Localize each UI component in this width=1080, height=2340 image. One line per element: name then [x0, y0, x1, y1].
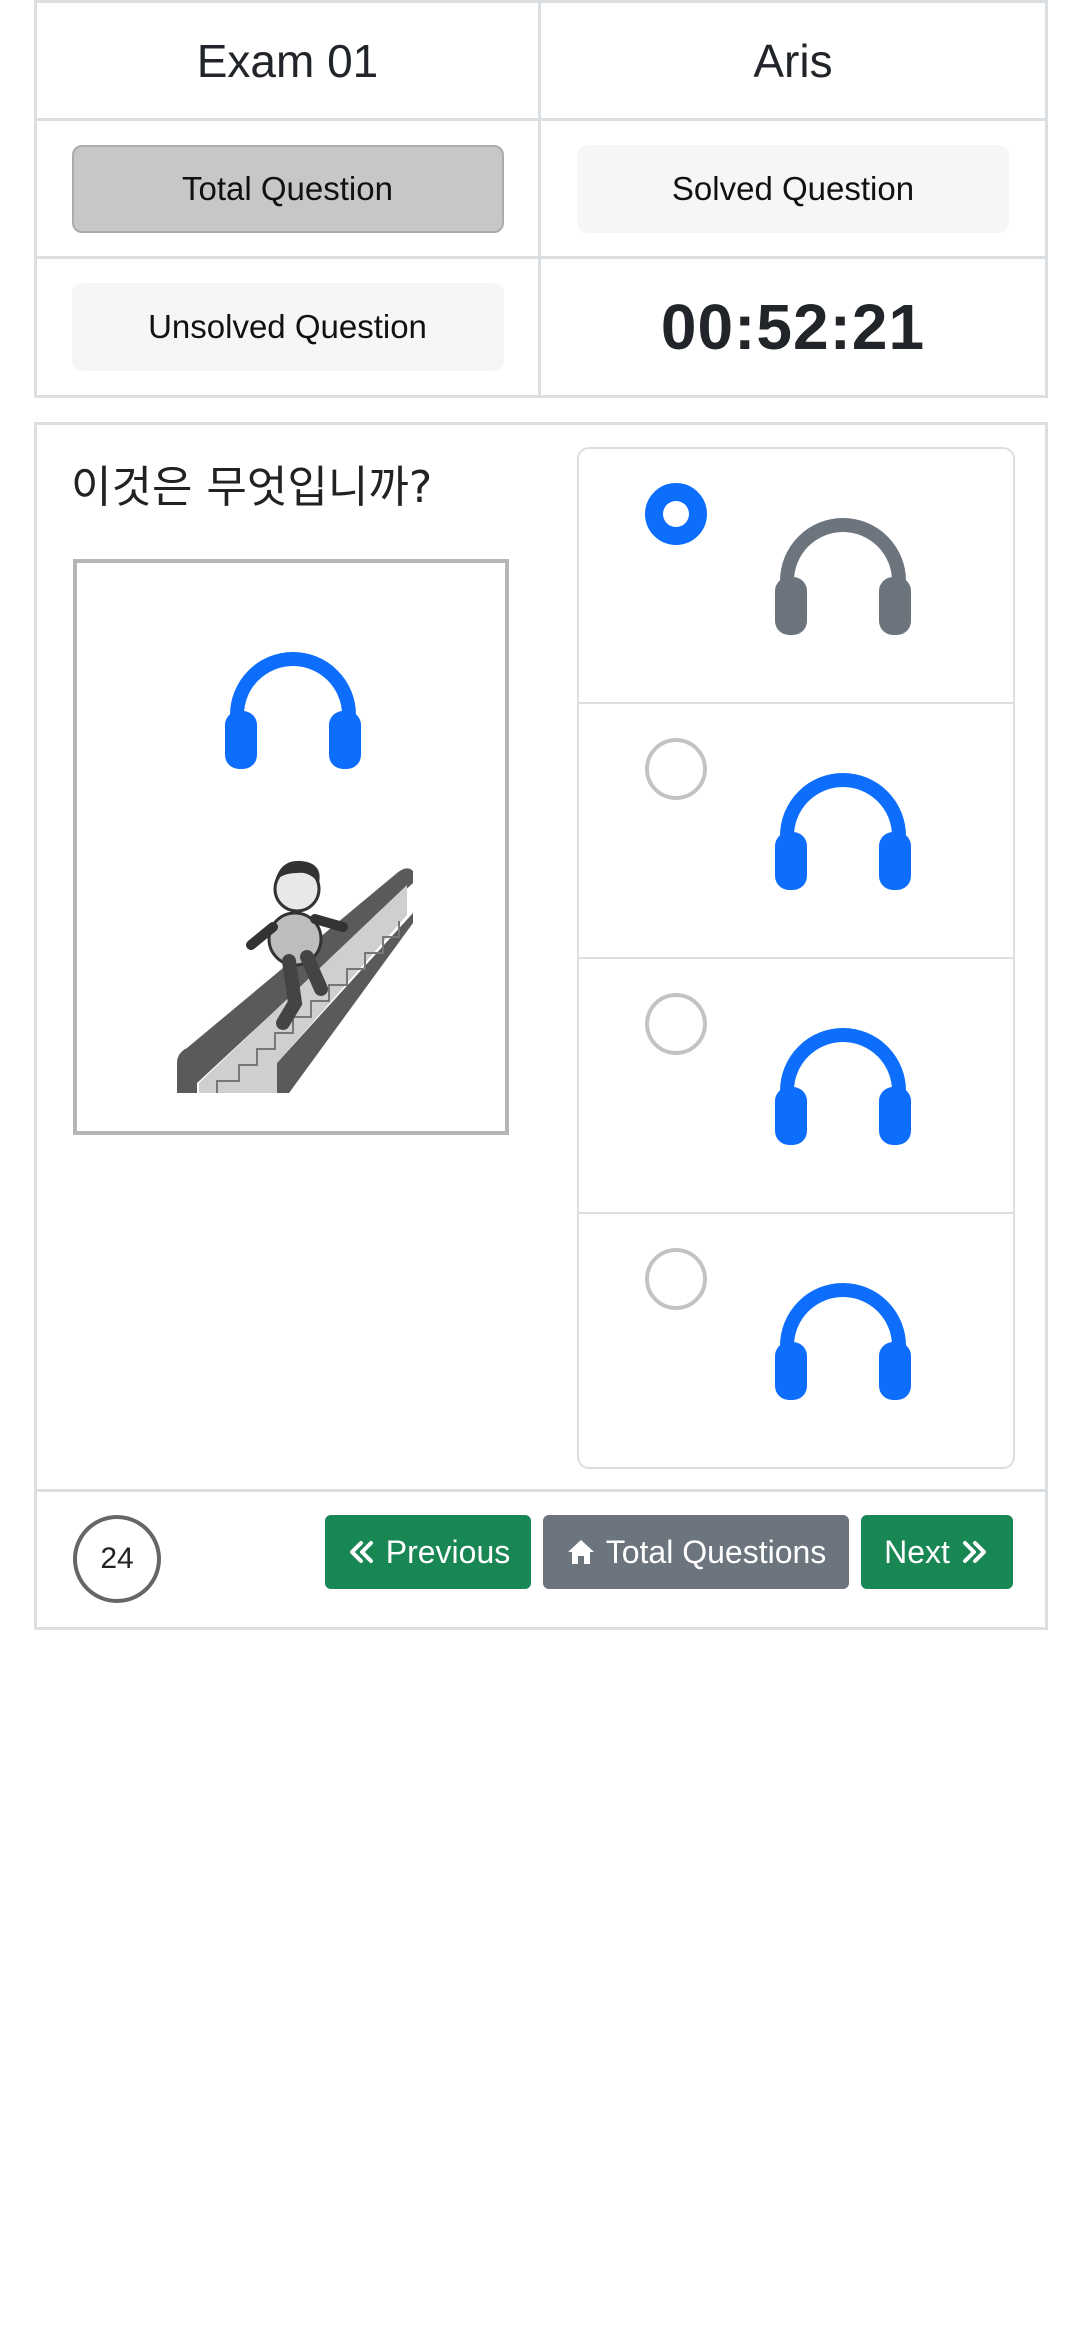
double-chevron-right-icon	[962, 1541, 986, 1563]
next-button[interactable]: Next	[861, 1515, 1013, 1589]
radio-button-selected[interactable]	[645, 483, 707, 545]
question-card: 이것은 무엇입니까? 24 Previous Total Questions N…	[34, 422, 1048, 1630]
double-chevron-left-icon	[349, 1541, 373, 1563]
previous-label: Previous	[385, 1533, 511, 1570]
user-name: Aris	[753, 34, 833, 87]
question-number-badge: 24	[73, 1515, 161, 1603]
total-question-button[interactable]: Total Question	[71, 144, 504, 233]
escalator-illustration	[177, 860, 413, 1093]
answer-option-1[interactable]	[579, 449, 1013, 704]
unsolved-question-button[interactable]: Unsolved Question	[71, 283, 504, 371]
answer-options	[577, 447, 1015, 1469]
question-text: 이것은 무엇입니까?	[71, 462, 433, 513]
headphones-icon	[775, 773, 911, 890]
headphones-icon	[225, 652, 361, 769]
exam-header: Exam 01 Aris Total Question Solved Quest…	[34, 0, 1048, 398]
headphones-icon	[775, 518, 911, 635]
next-label: Next	[884, 1533, 950, 1570]
answer-option-2[interactable]	[579, 704, 1013, 959]
total-question-cell: Total Question	[37, 121, 541, 259]
exam-title: Exam 01	[196, 34, 379, 87]
unsolved-question-cell: Unsolved Question	[37, 259, 541, 395]
radio-button[interactable]	[645, 993, 707, 1055]
timer: 00:52:21	[660, 291, 926, 363]
answer-option-4[interactable]	[579, 1214, 1013, 1467]
previous-button[interactable]: Previous	[325, 1515, 531, 1589]
solved-question-cell: Solved Question	[541, 121, 1045, 259]
question-image	[73, 559, 509, 1135]
radio-button[interactable]	[645, 738, 707, 800]
footer-divider	[37, 1489, 1045, 1492]
timer-cell: 00:52:21	[541, 259, 1045, 395]
answer-option-3[interactable]	[579, 959, 1013, 1214]
headphones-icon	[775, 1028, 911, 1145]
user-name-cell: Aris	[541, 3, 1045, 121]
total-questions-label: Total Questions	[605, 1533, 827, 1570]
solved-question-button[interactable]: Solved Question	[577, 144, 1009, 233]
home-icon	[567, 1540, 594, 1564]
exam-title-cell: Exam 01	[37, 3, 541, 121]
radio-button[interactable]	[645, 1248, 707, 1310]
headphones-icon	[775, 1283, 911, 1400]
total-questions-button[interactable]: Total Questions	[543, 1515, 849, 1589]
